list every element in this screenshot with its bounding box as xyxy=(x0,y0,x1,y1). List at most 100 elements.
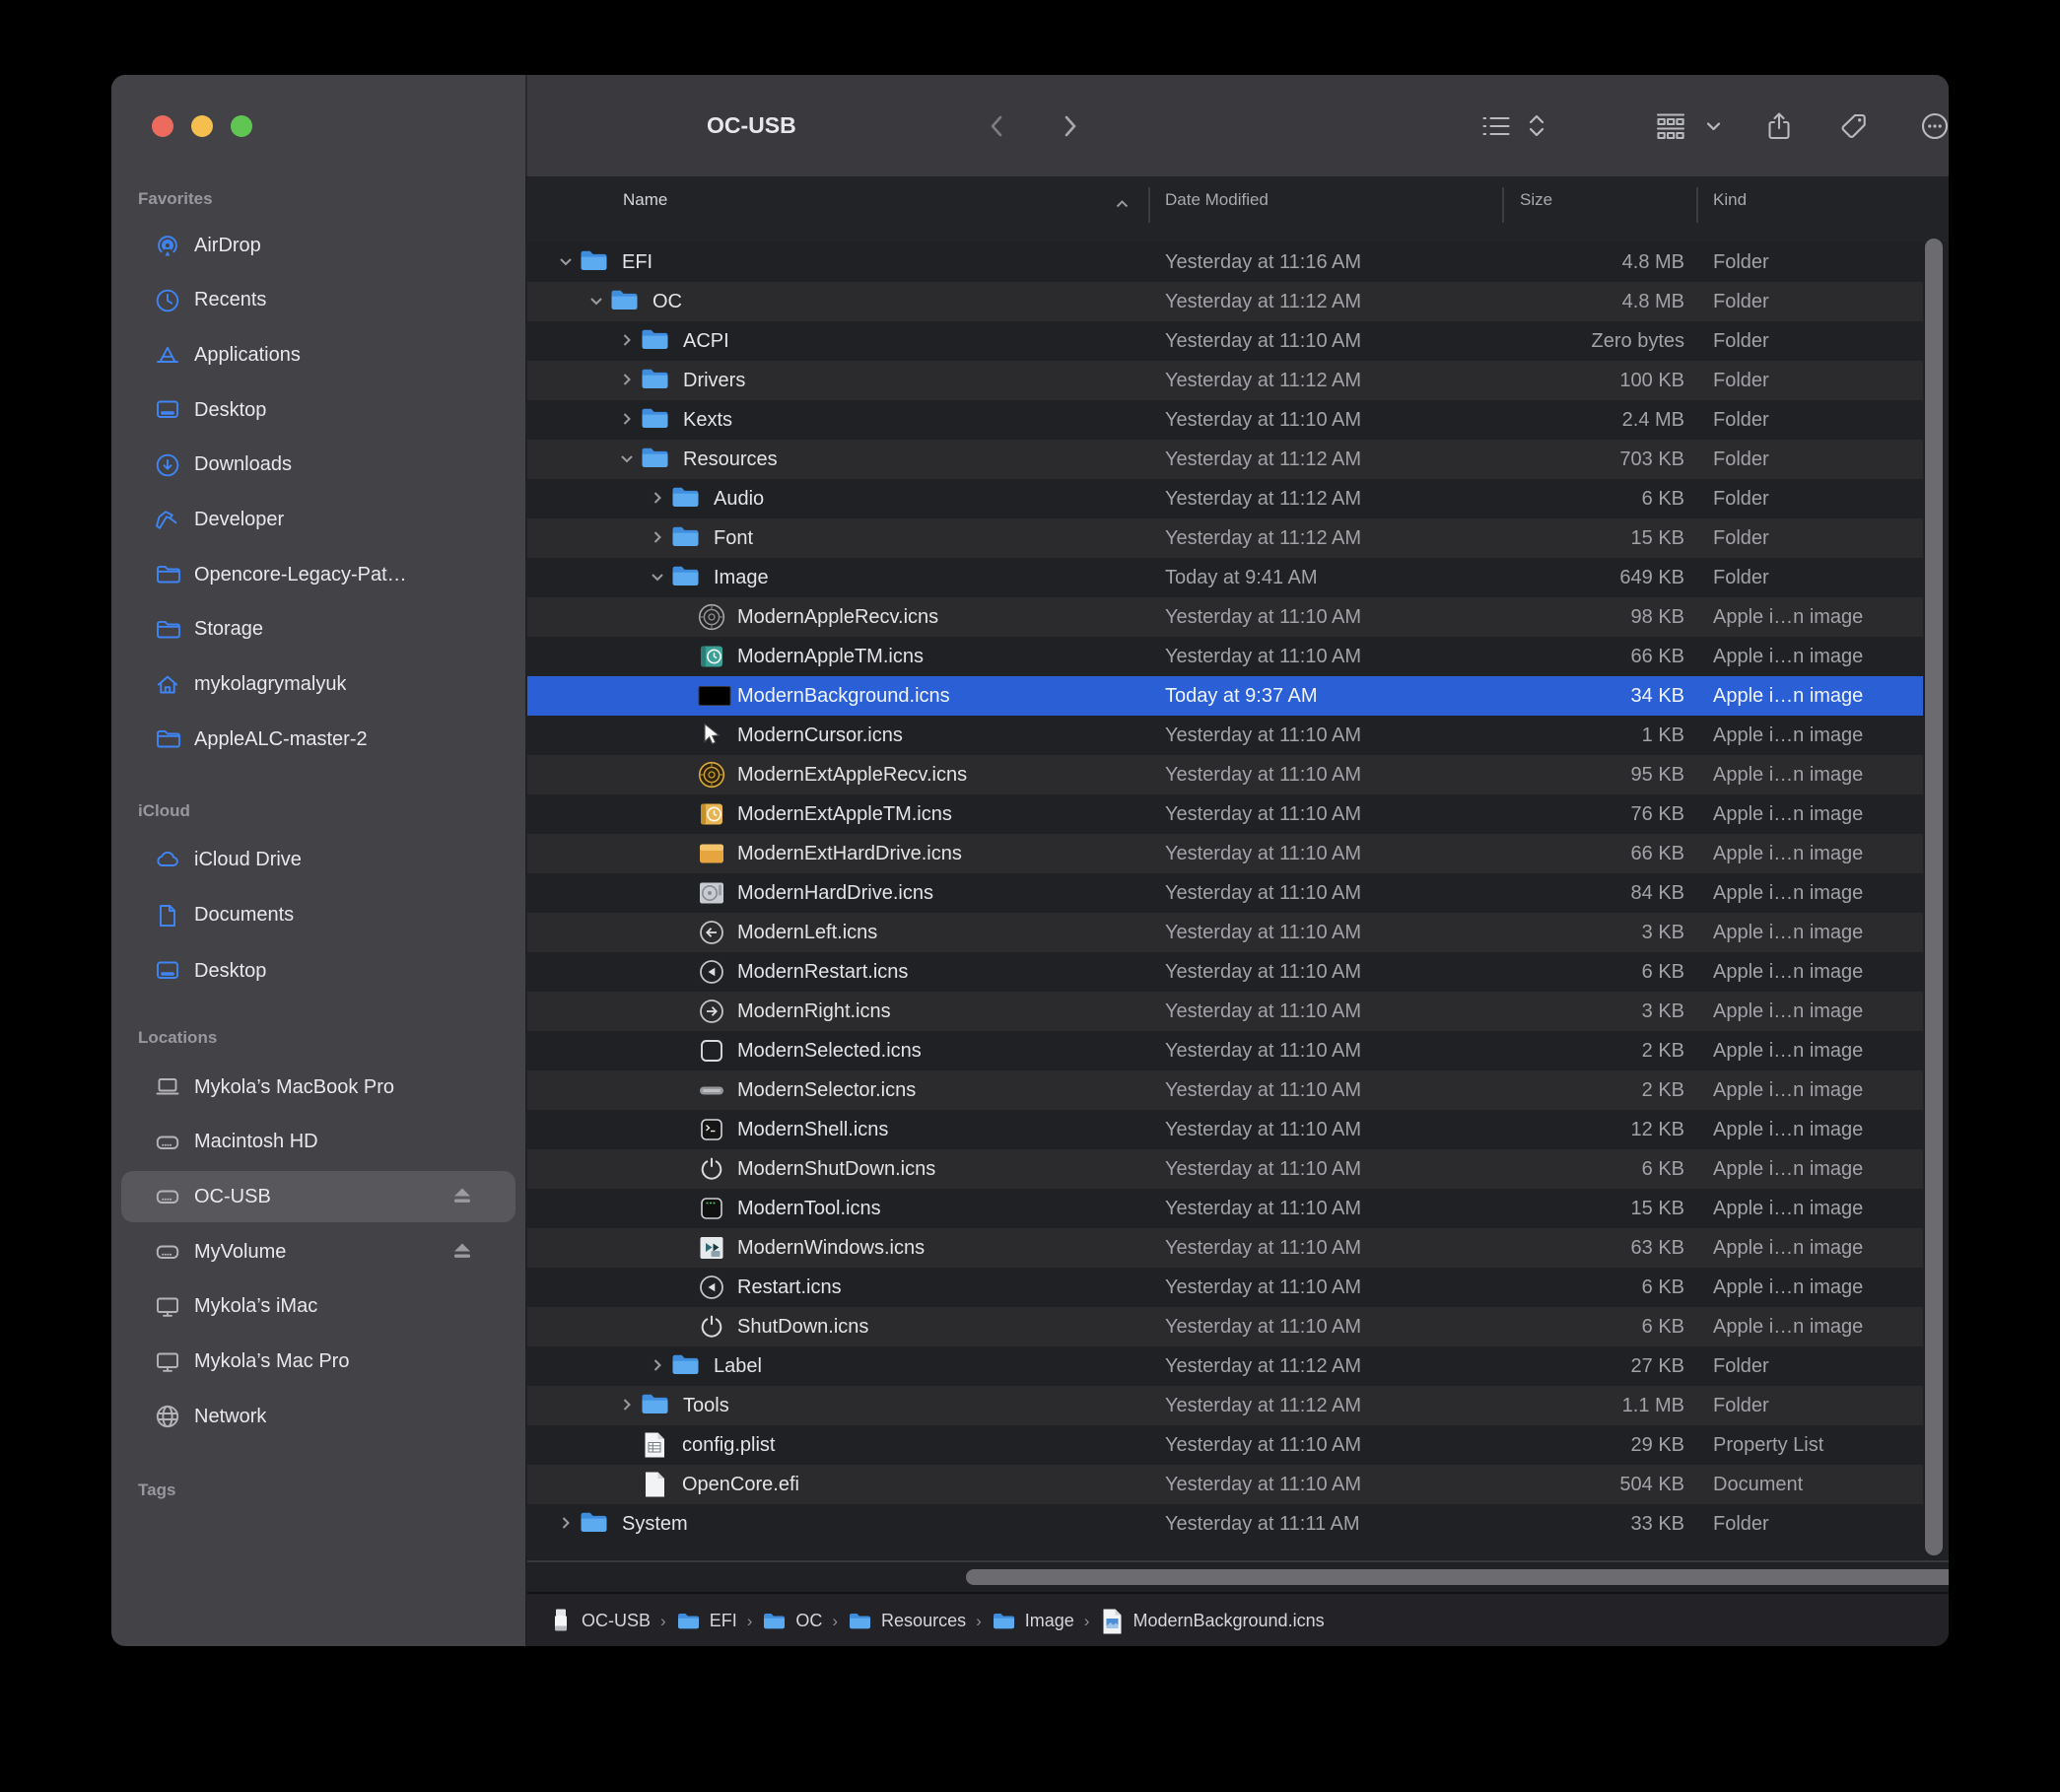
minimize-button[interactable] xyxy=(191,115,213,137)
vertical-scrollbar[interactable] xyxy=(1925,239,1943,1555)
share-icon[interactable] xyxy=(1764,75,1794,176)
file-row-restart-icns[interactable]: Restart.icnsYesterday at 11:10 AM6 KBApp… xyxy=(527,1268,1923,1307)
disclosure-collapsed-icon[interactable] xyxy=(557,1514,575,1532)
sidebar-item-opencore-legacy-pat-[interactable]: Opencore-Legacy-Pat… xyxy=(121,549,515,600)
sidebar-item-downloads[interactable]: Downloads xyxy=(121,440,515,491)
column-separator[interactable] xyxy=(1502,187,1504,223)
disclosure-expanded-icon[interactable] xyxy=(649,568,666,586)
sidebar-item-recents[interactable]: Recents xyxy=(121,275,515,326)
sidebar-item-oc-usb[interactable]: OC-USB xyxy=(121,1171,515,1222)
file-row-audio[interactable]: AudioYesterday at 11:12 AM6 KBFolder xyxy=(527,479,1923,518)
sidebar-item-mykola-s-macbook-pro[interactable]: Mykola’s MacBook Pro xyxy=(121,1062,515,1113)
file-row-oc[interactable]: OCYesterday at 11:12 AM4.8 MBFolder xyxy=(527,282,1923,321)
sidebar-item-network[interactable]: Network xyxy=(121,1391,515,1442)
file-row-drivers[interactable]: DriversYesterday at 11:12 AM100 KBFolder xyxy=(527,361,1923,400)
circle-right-icon xyxy=(698,998,725,1025)
list-view-icon[interactable] xyxy=(1480,75,1512,176)
path-segment-oc-usb[interactable]: OC-USB› xyxy=(548,1608,676,1635)
file-row-modernwindows-icns[interactable]: ModernWindows.icnsYesterday at 11:10 AM6… xyxy=(527,1228,1923,1268)
file-row-modernharddrive-icns[interactable]: ModernHardDrive.icnsYesterday at 11:10 A… xyxy=(527,873,1923,913)
file-row-image[interactable]: ImageToday at 9:41 AM649 KBFolder xyxy=(527,558,1923,597)
file-row-moderntool-icns[interactable]: ModernTool.icnsYesterday at 11:10 AM15 K… xyxy=(527,1189,1923,1228)
tag-icon[interactable] xyxy=(1838,75,1869,176)
sidebar-item-applications[interactable]: Applications xyxy=(121,329,515,380)
view-options-chevrons-icon[interactable] xyxy=(1528,75,1545,176)
close-button[interactable] xyxy=(152,115,173,137)
file-row-modernright-icns[interactable]: ModernRight.icnsYesterday at 11:10 AM3 K… xyxy=(527,992,1923,1031)
sidebar-item-airdrop[interactable]: AirDrop xyxy=(121,220,515,271)
file-row-modernselected-icns[interactable]: ModernSelected.icnsYesterday at 11:10 AM… xyxy=(527,1031,1923,1070)
sidebar-item-mykolagrymalyuk[interactable]: mykolagrymalyuk xyxy=(121,659,515,711)
sidebar-item-macintosh-hd[interactable]: Macintosh HD xyxy=(121,1117,515,1168)
sidebar-item-desktop[interactable]: Desktop xyxy=(121,384,515,436)
disclosure-collapsed-icon[interactable] xyxy=(649,1356,666,1374)
path-segment-image[interactable]: Image› xyxy=(992,1608,1100,1635)
disclosure-expanded-icon[interactable] xyxy=(618,449,636,467)
disclosure-expanded-icon[interactable] xyxy=(587,292,605,310)
sidebar-item-myvolume[interactable]: MyVolume xyxy=(121,1226,515,1277)
file-row-modernextappletm-icns[interactable]: ModernExtAppleTM.icnsYesterday at 11:10 … xyxy=(527,794,1923,834)
sidebar-item-documents[interactable]: Documents xyxy=(121,890,515,941)
file-row-resources[interactable]: ResourcesYesterday at 11:12 AM703 KBFold… xyxy=(527,440,1923,479)
sidebar-item-developer[interactable]: Developer xyxy=(121,495,515,546)
file-row-efi[interactable]: EFIYesterday at 11:16 AM4.8 MBFolder xyxy=(527,242,1923,282)
toolbar: OC-USB M xyxy=(525,75,1949,177)
file-row-modernextharddrive-icns[interactable]: ModernExtHardDrive.icnsYesterday at 11:1… xyxy=(527,834,1923,873)
maximize-button[interactable] xyxy=(231,115,252,137)
file-row-opencore-efi[interactable]: OpenCore.efiYesterday at 11:10 AM504 KBD… xyxy=(527,1465,1923,1504)
file-row-modernleft-icns[interactable]: ModernLeft.icnsYesterday at 11:10 AM3 KB… xyxy=(527,913,1923,952)
traffic-lights xyxy=(152,115,252,137)
horizontal-scrollbar[interactable] xyxy=(966,1569,1949,1585)
file-row-shutdown-icns[interactable]: ShutDown.icnsYesterday at 11:10 AM6 KBAp… xyxy=(527,1307,1923,1346)
file-row-moderncursor-icns[interactable]: ModernCursor.icnsYesterday at 11:10 AM1 … xyxy=(527,716,1923,755)
file-row-modernrestart-icns[interactable]: ModernRestart.icnsYesterday at 11:10 AM6… xyxy=(527,952,1923,992)
sidebar-section-favorites: Favorites xyxy=(138,184,213,214)
path-segment-modernbackground-icns[interactable]: ModernBackground.icns xyxy=(1099,1608,1324,1635)
forward-chevron-icon[interactable] xyxy=(1055,75,1084,176)
group-by-chevron-icon[interactable] xyxy=(1705,75,1722,176)
path-segment-oc[interactable]: OC› xyxy=(762,1608,848,1635)
sidebar-item-applealc-master-2[interactable]: AppleALC-master-2 xyxy=(121,714,515,765)
file-row-kexts[interactable]: KextsYesterday at 11:10 AM2.4 MBFolder xyxy=(527,400,1923,440)
column-header-kind[interactable]: Kind xyxy=(1713,190,1747,210)
file-row-acpi[interactable]: ACPIYesterday at 11:10 AMZero bytesFolde… xyxy=(527,321,1923,361)
disclosure-collapsed-icon[interactable] xyxy=(618,331,636,349)
file-row-modernextapplerecv-icns[interactable]: ModernExtAppleRecv.icnsYesterday at 11:1… xyxy=(527,755,1923,794)
file-row-font[interactable]: FontYesterday at 11:12 AM15 KBFolder xyxy=(527,518,1923,558)
column-header-date-modified[interactable]: Date Modified xyxy=(1165,190,1269,210)
file-row-modernshutdown-icns[interactable]: ModernShutDown.icnsYesterday at 11:10 AM… xyxy=(527,1149,1923,1189)
sidebar-item-mykola-s-mac-pro[interactable]: Mykola’s Mac Pro xyxy=(121,1337,515,1388)
file-row-modernappletm-icns[interactable]: ModernAppleTM.icnsYesterday at 11:10 AM6… xyxy=(527,637,1923,676)
sidebar-item-label: mykolagrymalyuk xyxy=(194,673,346,696)
eject-icon[interactable] xyxy=(450,1240,474,1264)
column-header-size[interactable]: Size xyxy=(1520,190,1552,210)
eject-icon[interactable] xyxy=(450,1185,474,1208)
column-separator[interactable] xyxy=(1696,187,1698,223)
group-by-icon[interactable] xyxy=(1655,75,1686,176)
sidebar-item-desktop[interactable]: Desktop xyxy=(121,945,515,997)
sidebar-item-storage[interactable]: Storage xyxy=(121,604,515,655)
disclosure-collapsed-icon[interactable] xyxy=(618,371,636,388)
disclosure-collapsed-icon[interactable] xyxy=(618,1396,636,1413)
file-row-system[interactable]: SystemYesterday at 11:11 AM33 KBFolder xyxy=(527,1504,1923,1544)
sidebar-item-mykola-s-imac[interactable]: Mykola’s iMac xyxy=(121,1281,515,1333)
disclosure-expanded-icon[interactable] xyxy=(557,252,575,270)
sidebar-item-icloud-drive[interactable]: iCloud Drive xyxy=(121,834,515,885)
file-row-config-plist[interactable]: config.plistYesterday at 11:10 AM29 KBPr… xyxy=(527,1425,1923,1465)
file-row-modernbackground-icns[interactable]: ModernBackground.icnsToday at 9:37 AM34 … xyxy=(527,676,1923,716)
path-segment-efi[interactable]: EFI› xyxy=(676,1608,763,1635)
file-row-label[interactable]: LabelYesterday at 11:12 AM27 KBFolder xyxy=(527,1346,1923,1386)
disclosure-collapsed-icon[interactable] xyxy=(649,489,666,507)
disclosure-collapsed-icon[interactable] xyxy=(649,528,666,546)
back-chevron-icon[interactable] xyxy=(983,75,1012,176)
file-date-modified: Yesterday at 11:10 AM xyxy=(1165,1031,1361,1070)
more-circle-icon[interactable] xyxy=(1920,75,1949,176)
disclosure-collapsed-icon[interactable] xyxy=(618,410,636,428)
file-row-modernapplerecv-icns[interactable]: ModernAppleRecv.icnsYesterday at 11:10 A… xyxy=(527,597,1923,637)
column-separator[interactable] xyxy=(1148,187,1150,223)
path-segment-resources[interactable]: Resources› xyxy=(848,1608,992,1635)
file-row-modernselector-icns[interactable]: ModernSelector.icnsYesterday at 11:10 AM… xyxy=(527,1070,1923,1110)
column-header-name[interactable]: Name xyxy=(623,190,667,210)
file-row-modernshell-icns[interactable]: ModernShell.icnsYesterday at 11:10 AM12 … xyxy=(527,1110,1923,1149)
file-row-tools[interactable]: ToolsYesterday at 11:12 AM1.1 MBFolder xyxy=(527,1386,1923,1425)
